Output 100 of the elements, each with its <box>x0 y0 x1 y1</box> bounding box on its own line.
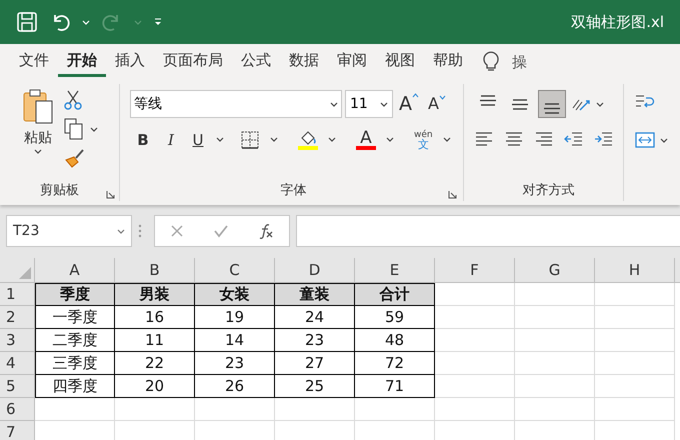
column-header[interactable]: B <box>115 258 195 282</box>
clipboard-icon <box>21 88 55 126</box>
horizontal-align-icon[interactable] <box>474 130 494 148</box>
table-cell: 一季度 <box>35 306 115 329</box>
ribbon-tab[interactable]: 插入 <box>106 47 154 77</box>
table-cell: 26 <box>195 375 275 398</box>
caret-down-icon <box>438 95 446 100</box>
group-label: 对齐方式 <box>522 182 574 200</box>
row-header[interactable]: 4 <box>0 352 35 375</box>
table-cell: 男装 <box>115 283 195 306</box>
font-color-button[interactable]: A <box>360 130 372 146</box>
paintbrush-icon[interactable] <box>64 148 86 168</box>
table-cell: 27 <box>275 352 355 375</box>
ribbon-tab[interactable]: 审阅 <box>328 47 376 77</box>
merge-center-icon[interactable] <box>634 130 656 150</box>
font-size-field[interactable]: 11 <box>345 90 393 118</box>
italic-button[interactable]: I <box>162 128 180 151</box>
table-cell: 20 <box>115 375 195 398</box>
column-header[interactable]: G <box>515 258 595 282</box>
lightbulb-icon[interactable] <box>482 51 500 73</box>
bold-button[interactable]: B <box>134 128 152 151</box>
dropdown-caret-icon[interactable] <box>34 149 42 154</box>
dropdown-caret-icon[interactable] <box>90 126 98 132</box>
column-header[interactable]: F <box>435 258 515 282</box>
table-cell: 25 <box>275 375 355 398</box>
ribbon-tab[interactable]: 视图 <box>376 47 424 77</box>
fill-color-bar <box>298 146 318 150</box>
underline-button[interactable]: U <box>190 128 206 151</box>
increase-indent-icon[interactable] <box>594 130 614 148</box>
row-header[interactable]: 3 <box>0 329 35 352</box>
table-cell: 合计 <box>355 283 435 306</box>
table-cell: 11 <box>115 329 195 352</box>
borders-icon[interactable] <box>240 130 260 150</box>
save-icon[interactable] <box>16 11 38 33</box>
table-cell: 24 <box>275 306 355 329</box>
table-cell: 14 <box>195 329 275 352</box>
table-cell: 三季度 <box>35 352 115 375</box>
column-header[interactable]: A <box>35 258 115 282</box>
row-header[interactable]: 1 <box>0 283 35 306</box>
row-header[interactable]: 6 <box>0 398 35 421</box>
table-cell: 22 <box>115 352 195 375</box>
ribbon-tab[interactable]: 页面布局 <box>154 47 232 77</box>
group-label: 剪贴板 <box>40 182 79 200</box>
row-header[interactable]: 2 <box>0 306 35 329</box>
dropdown-caret-icon[interactable] <box>386 137 394 142</box>
customize-toolbar-icon[interactable] <box>154 18 162 26</box>
table-cell: 72 <box>355 352 435 375</box>
ribbon-tab[interactable]: 数据 <box>280 47 328 77</box>
dropdown-caret-icon[interactable] <box>442 137 451 142</box>
decrease-indent-icon[interactable] <box>564 130 584 148</box>
fill-bucket-icon[interactable] <box>299 130 317 146</box>
font-name-field[interactable]: 等线 <box>130 90 342 118</box>
name-box[interactable]: T23 <box>6 215 132 247</box>
dropdown-caret-icon[interactable] <box>380 102 388 107</box>
vertical-align-button[interactable] <box>538 90 566 118</box>
dropdown-caret-icon[interactable] <box>216 137 224 142</box>
copy-icon[interactable] <box>64 118 84 140</box>
group-label: 字体 <box>280 182 306 200</box>
ribbon-tab[interactable]: 开始 <box>58 47 106 77</box>
increase-font-size-button[interactable]: A <box>396 90 422 118</box>
table-cell: 71 <box>355 375 435 398</box>
table-cell: 23 <box>195 352 275 375</box>
phonetic-guide-button[interactable]: wén 文 <box>414 130 433 150</box>
table-cell: 19 <box>195 306 275 329</box>
ribbon-tab[interactable]: 帮助 <box>424 47 472 77</box>
formula-input-field[interactable] <box>296 215 680 247</box>
column-header[interactable]: D <box>275 258 355 282</box>
table-cell: 23 <box>275 329 355 352</box>
horizontal-align-icon[interactable] <box>504 130 524 148</box>
dialog-launcher-icon[interactable] <box>106 190 115 199</box>
function-icon[interactable] <box>258 223 274 239</box>
row-header[interactable]: 5 <box>0 375 35 398</box>
table-cell: 女装 <box>195 283 275 306</box>
table-cell: 16 <box>115 306 195 329</box>
row-header[interactable]: 7 <box>0 421 35 440</box>
column-header[interactable]: H <box>595 258 675 282</box>
table-cell: 二季度 <box>35 329 115 352</box>
font-color-bar <box>356 146 376 150</box>
tell-me-label[interactable]: 操 <box>512 50 527 74</box>
grip-icon <box>138 224 142 238</box>
checkmark-icon[interactable] <box>212 224 229 238</box>
decrease-font-size-button[interactable]: A <box>425 92 449 116</box>
dropdown-caret-icon[interactable] <box>328 137 336 142</box>
column-header[interactable]: E <box>355 258 435 282</box>
ribbon-tab[interactable]: 文件 <box>10 47 58 77</box>
dropdown-caret-icon[interactable] <box>660 138 668 142</box>
dialog-launcher-icon[interactable] <box>448 190 457 199</box>
table-cell: 童装 <box>275 283 355 306</box>
column-header[interactable]: C <box>195 258 275 282</box>
dropdown-caret-icon[interactable] <box>117 228 125 234</box>
paste-button[interactable]: 粘贴 <box>18 88 58 181</box>
horizontal-align-icon[interactable] <box>534 130 554 148</box>
table-cell: 59 <box>355 306 435 329</box>
scissors-icon[interactable] <box>64 90 82 110</box>
window-title: 双轴柱形图.xl <box>571 12 664 33</box>
dropdown-caret-icon[interactable] <box>270 137 278 142</box>
dropdown-caret-icon[interactable] <box>330 102 338 107</box>
dropdown-caret-icon[interactable] <box>596 102 604 106</box>
caret-up-icon <box>412 93 419 98</box>
ribbon-tab[interactable]: 公式 <box>232 47 280 77</box>
